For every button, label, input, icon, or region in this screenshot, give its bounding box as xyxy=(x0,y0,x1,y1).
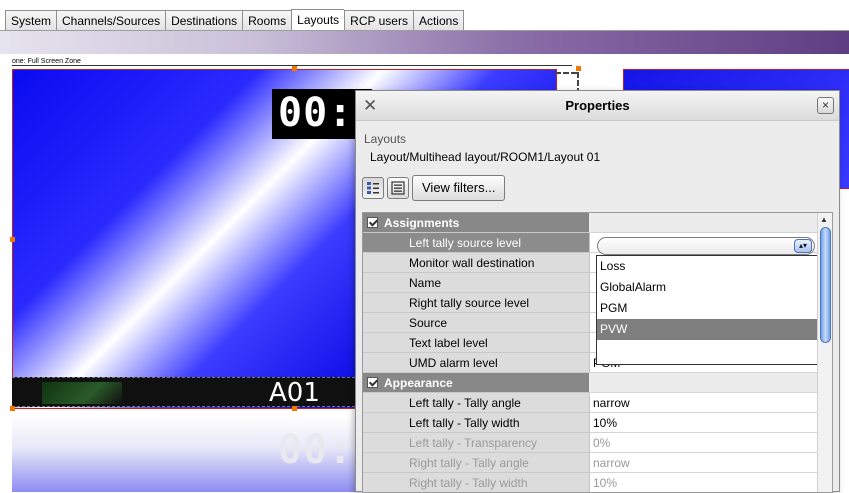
scroll-thumb[interactable] xyxy=(820,227,831,343)
property-key: Right tally - Tally angle xyxy=(363,453,589,473)
property-value[interactable]: 0% xyxy=(589,433,817,453)
tab-system[interactable]: System xyxy=(5,10,57,31)
property-value[interactable]: 10% xyxy=(589,413,817,433)
tab-rooms[interactable]: Rooms xyxy=(242,10,292,31)
tab-channels-sources[interactable]: Channels/Sources xyxy=(56,10,166,31)
dropdown-option-globalalarm[interactable]: GlobalAlarm xyxy=(597,277,819,298)
dropdown-option-pvw[interactable]: PVW xyxy=(597,319,819,340)
property-row[interactable]: Left tally - Tally width 10% xyxy=(363,413,817,433)
layout-toolbar-banner xyxy=(0,31,849,54)
left-tally-source-select[interactable]: ▴▾ xyxy=(597,237,815,255)
property-key: Right tally - Tally width xyxy=(363,473,589,492)
dropdown-option-loss[interactable]: Loss xyxy=(597,256,819,277)
close-icon[interactable]: × xyxy=(817,97,834,114)
dropdown-arrows-icon[interactable]: ▴▾ xyxy=(794,239,812,253)
property-key: Left tally - Tally width xyxy=(363,413,589,433)
tab-actions[interactable]: Actions xyxy=(412,10,465,31)
scroll-up-icon[interactable]: ▲ xyxy=(820,215,828,224)
property-key: Left tally - Transparency xyxy=(363,433,589,453)
main-tab-bar: System Channels/Sources Destinations Roo… xyxy=(0,0,849,31)
resize-handle[interactable] xyxy=(576,66,581,71)
tab-rcp-users[interactable]: RCP users xyxy=(344,10,413,31)
property-value[interactable]: 10% xyxy=(589,473,817,492)
property-value[interactable]: narrow xyxy=(589,393,817,413)
dropdown-option-pgm[interactable]: PGM xyxy=(597,298,819,319)
property-row[interactable]: Right tally - Tally width 10% xyxy=(363,473,817,492)
property-grid-scrollbar[interactable]: ▲ xyxy=(817,213,832,492)
property-row[interactable]: Right tally - Tally angle narrow xyxy=(363,453,817,473)
property-row[interactable]: Left tally - Transparency 0% xyxy=(363,433,817,453)
dropdown-list: Loss GlobalAlarm PGM PVW xyxy=(596,255,820,365)
zone-outline xyxy=(12,65,572,411)
dropdown-option-empty[interactable] xyxy=(597,340,819,361)
tab-layouts[interactable]: Layouts xyxy=(291,9,345,31)
zone-label: one: Full Screen Zone xyxy=(10,58,83,65)
tab-destinations[interactable]: Destinations xyxy=(165,10,243,31)
property-value[interactable]: narrow xyxy=(589,453,817,473)
